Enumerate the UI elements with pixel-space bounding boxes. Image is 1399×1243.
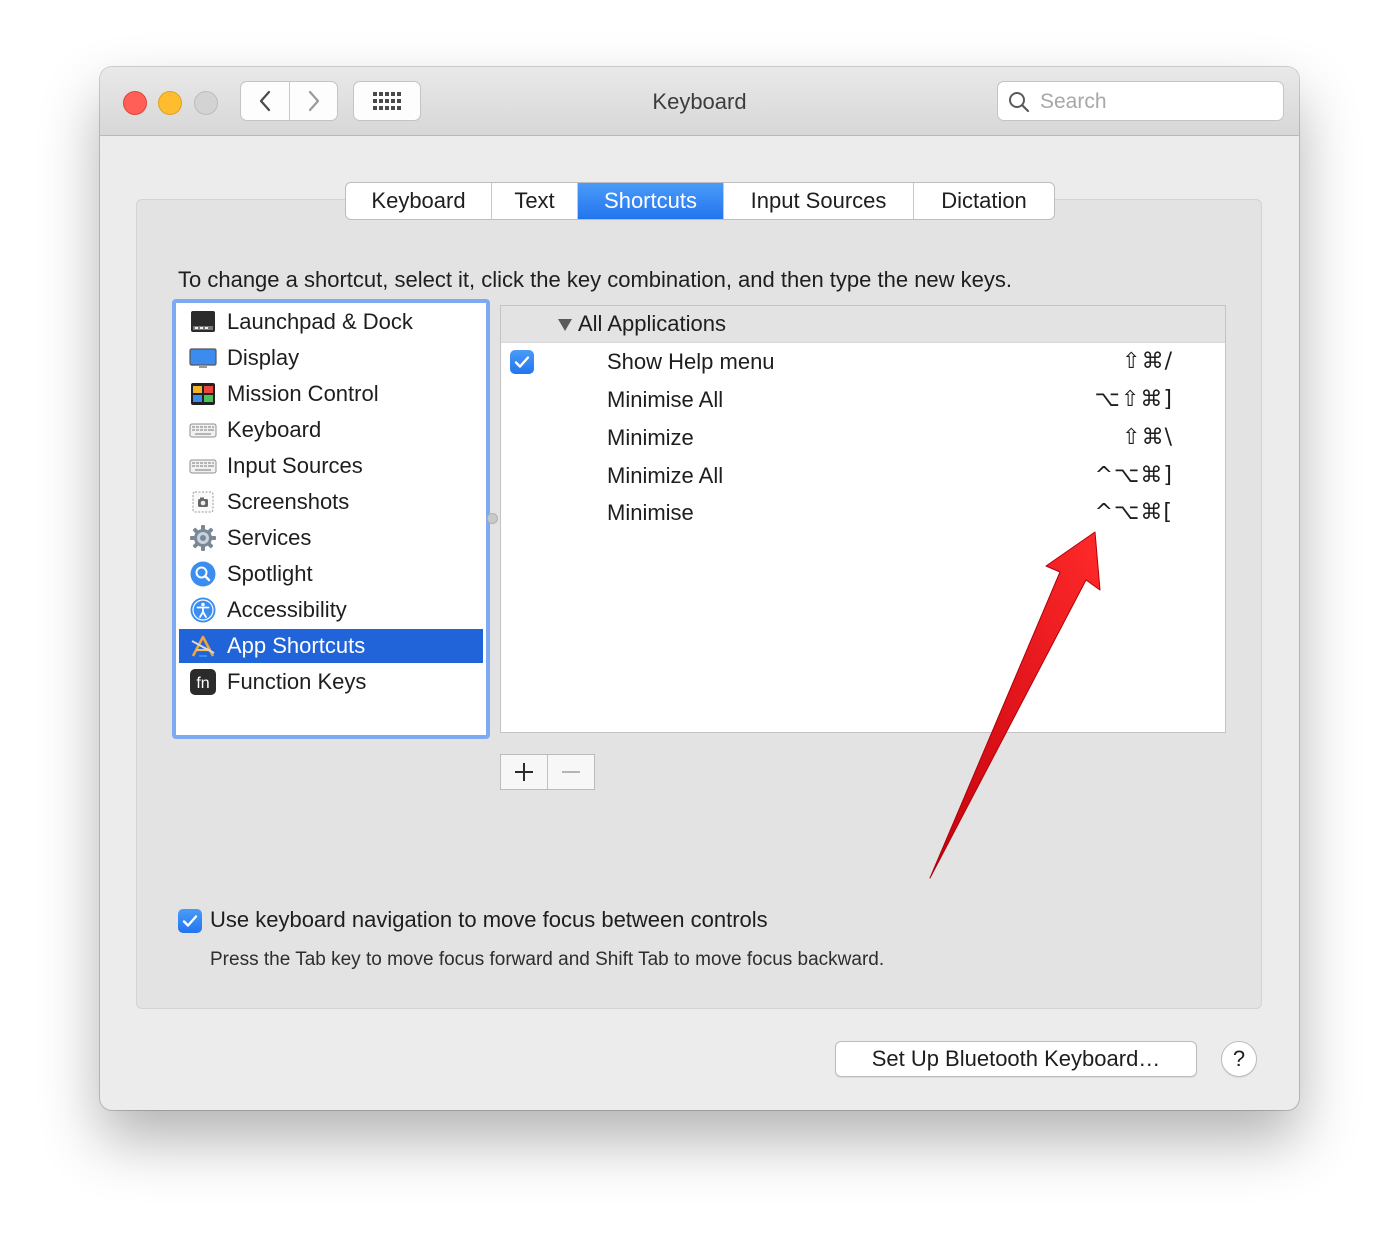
plus-icon bbox=[515, 763, 533, 781]
tab-bar: Keyboard Text Shortcuts Input Sources Di… bbox=[345, 182, 1055, 220]
display-icon bbox=[189, 344, 217, 372]
shortcut-keys[interactable]: ⇧⌘/ bbox=[1122, 349, 1173, 374]
shortcut-keys[interactable]: ^⌥⌘[ bbox=[1095, 500, 1173, 525]
app-shortcuts-icon bbox=[189, 632, 217, 660]
keyboard-navigation-label[interactable]: Use keyboard navigation to move focus be… bbox=[210, 907, 768, 933]
sidebar-item-spotlight[interactable]: Spotlight bbox=[179, 557, 483, 591]
keyboard-preferences-window: Keyboard Search Keyboard Text Shortcuts … bbox=[100, 67, 1299, 1110]
shortcut-name: Minimize bbox=[607, 425, 694, 450]
mission-control-icon bbox=[189, 380, 217, 408]
tab-dictation[interactable]: Dictation bbox=[914, 183, 1054, 219]
shortcut-row-show-help-menu[interactable]: Show Help menu ⇧⌘/ bbox=[501, 343, 1225, 381]
split-view-handle[interactable] bbox=[487, 513, 498, 524]
tab-shortcuts[interactable]: Shortcuts bbox=[578, 183, 724, 219]
disclosure-triangle-icon[interactable] bbox=[557, 318, 573, 332]
shortcut-name: Minimize All bbox=[607, 463, 724, 488]
keyboard-navigation-checkbox[interactable] bbox=[178, 909, 202, 933]
sidebar-item-label: Spotlight bbox=[227, 561, 313, 586]
title-bar: Keyboard Search bbox=[100, 67, 1299, 136]
input-sources-icon bbox=[189, 452, 217, 480]
sidebar-item-function-keys[interactable]: fn Function Keys bbox=[179, 665, 483, 699]
setup-bluetooth-keyboard-button[interactable]: Set Up Bluetooth Keyboard… bbox=[835, 1041, 1197, 1077]
sidebar-item-label: Mission Control bbox=[227, 381, 379, 406]
sidebar-item-services[interactable]: Services bbox=[179, 521, 483, 555]
sidebar-item-label: Keyboard bbox=[227, 417, 322, 442]
sidebar-item-accessibility[interactable]: Accessibility bbox=[179, 593, 483, 627]
instruction-text: To change a shortcut, select it, click t… bbox=[178, 267, 1013, 292]
shortcut-enabled-checkbox[interactable] bbox=[510, 350, 534, 374]
tab-keyboard[interactable]: Keyboard bbox=[346, 183, 492, 219]
tab-text[interactable]: Text bbox=[492, 183, 578, 219]
sidebar-item-label: App Shortcuts bbox=[227, 633, 366, 658]
shortcut-row-minimise-all[interactable]: Minimise All ⌥⇧⌘] bbox=[501, 381, 1225, 419]
fn-key-icon: fn bbox=[189, 668, 217, 696]
search-icon bbox=[1009, 92, 1030, 113]
shortcut-keys[interactable]: ^⌥⌘] bbox=[1095, 463, 1173, 488]
sidebar-item-label: Services bbox=[227, 525, 312, 550]
checkmark-icon bbox=[514, 356, 530, 368]
shortcuts-table: All Applications Show Help menu ⇧⌘/ Mini… bbox=[500, 305, 1226, 733]
add-remove-controls bbox=[500, 754, 595, 790]
sidebar-item-label: Display bbox=[227, 345, 300, 370]
shortcut-row-minimise[interactable]: Minimise ^⌥⌘[ bbox=[501, 494, 1225, 532]
tab-input-sources[interactable]: Input Sources bbox=[724, 183, 914, 219]
help-button[interactable]: ? bbox=[1221, 1041, 1257, 1077]
fn-key-icon-label: fn bbox=[196, 675, 209, 692]
sidebar-item-keyboard[interactable]: Keyboard bbox=[179, 413, 483, 447]
sidebar-item-app-shortcuts[interactable]: App Shortcuts bbox=[179, 629, 483, 663]
shortcut-row-minimize-all[interactable]: Minimize All ^⌥⌘] bbox=[501, 457, 1225, 495]
launchpad-dock-icon bbox=[189, 308, 217, 336]
sidebar-item-screenshots[interactable]: Screenshots bbox=[179, 485, 483, 519]
sidebar-item-input-sources[interactable]: Input Sources bbox=[179, 449, 483, 483]
search-field[interactable]: Search bbox=[997, 81, 1284, 121]
sidebar-item-label: Launchpad & Dock bbox=[227, 309, 413, 334]
search-placeholder: Search bbox=[1040, 90, 1107, 113]
keyboard-navigation-hint: Press the Tab key to move focus forward … bbox=[210, 949, 885, 970]
shortcut-category-list: Launchpad & Dock Display Mission Control… bbox=[172, 299, 490, 739]
keyboard-icon bbox=[189, 416, 217, 444]
shortcut-name: Show Help menu bbox=[607, 349, 775, 374]
remove-shortcut-button[interactable] bbox=[548, 755, 594, 789]
shortcut-keys[interactable]: ⌥⇧⌘] bbox=[1095, 387, 1173, 412]
checkmark-icon bbox=[182, 915, 198, 927]
sidebar-item-launchpad-dock[interactable]: Launchpad & Dock bbox=[179, 305, 483, 339]
shortcut-name: Minimise All bbox=[607, 387, 724, 412]
shortcut-row-minimize[interactable]: Minimize ⇧⌘\ bbox=[501, 419, 1225, 457]
add-shortcut-button[interactable] bbox=[501, 755, 548, 789]
sidebar-item-label: Function Keys bbox=[227, 669, 367, 694]
group-label: All Applications bbox=[578, 311, 726, 336]
shortcut-keys[interactable]: ⇧⌘\ bbox=[1122, 425, 1173, 450]
sidebar-item-label: Accessibility bbox=[227, 597, 347, 622]
accessibility-icon bbox=[189, 596, 217, 624]
minus-icon bbox=[562, 771, 580, 773]
sidebar-item-label: Screenshots bbox=[227, 489, 350, 514]
spotlight-icon bbox=[189, 560, 217, 588]
sidebar-item-label: Input Sources bbox=[227, 453, 363, 478]
sidebar-item-display[interactable]: Display bbox=[179, 341, 483, 375]
group-row-all-applications[interactable]: All Applications bbox=[501, 306, 1225, 343]
shortcut-name: Minimise bbox=[607, 500, 694, 525]
gear-icon bbox=[189, 524, 217, 552]
sidebar-item-mission-control[interactable]: Mission Control bbox=[179, 377, 483, 411]
screenshots-icon bbox=[189, 488, 217, 516]
